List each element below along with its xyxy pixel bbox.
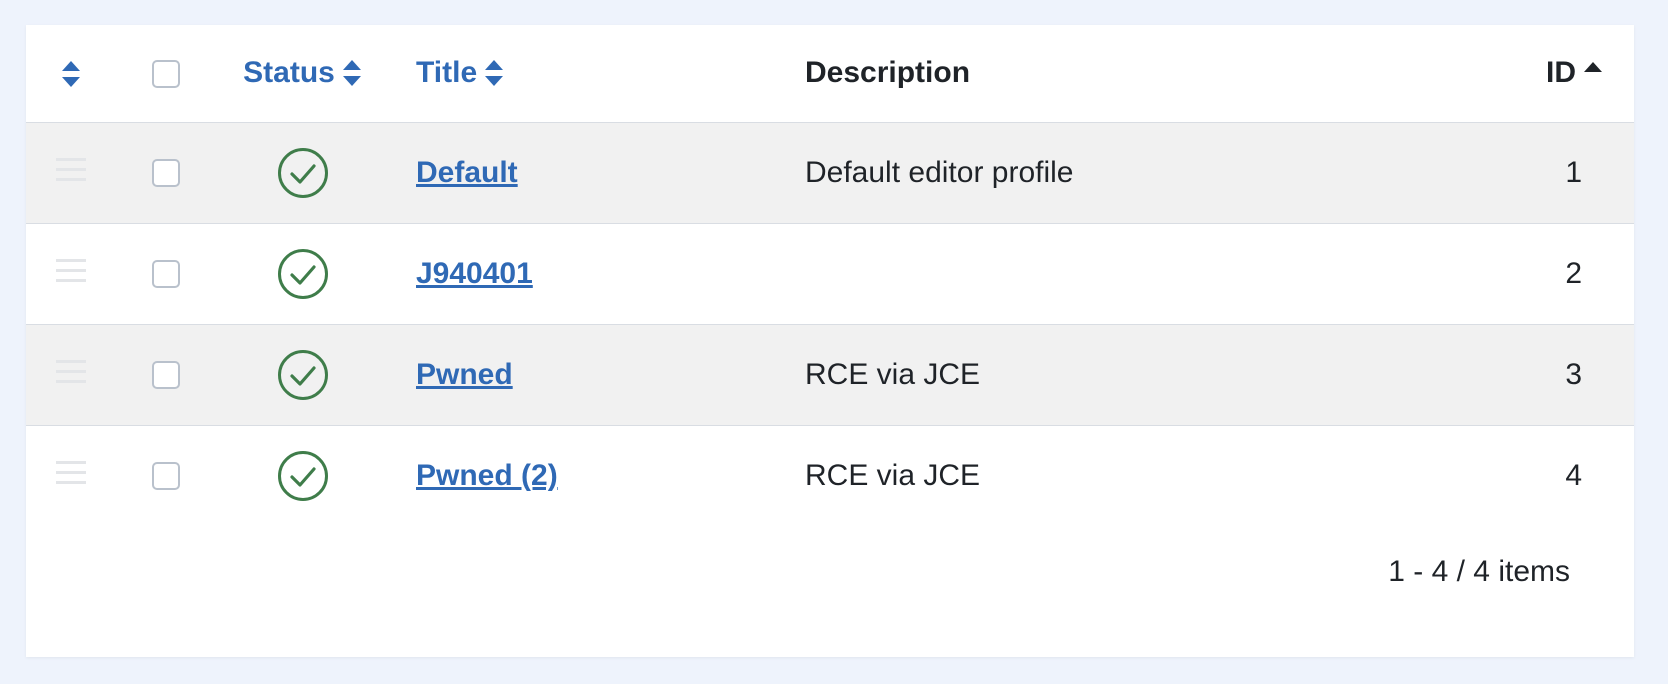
row-description: Default editor profile [805, 155, 1074, 189]
drag-handle-icon[interactable] [56, 360, 86, 384]
status-sort-header[interactable]: Status [216, 25, 390, 122]
row-checkbox[interactable] [152, 259, 180, 288]
description-header-label: Description [805, 56, 971, 90]
row-id: 2 [1565, 256, 1582, 290]
sort-ascending-icon [1584, 62, 1602, 73]
table-row: Default Default editor profile 1 [26, 122, 1634, 223]
title-header-label: Title [416, 56, 478, 90]
row-id: 4 [1565, 458, 1582, 492]
row-title-link[interactable]: Default [416, 156, 518, 189]
id-header-label: ID [1546, 56, 1576, 90]
select-all-checkbox[interactable] [152, 60, 180, 89]
row-title-link[interactable]: Pwned (2) [416, 459, 558, 492]
id-sort-header[interactable]: ID [1420, 25, 1634, 122]
table-row: Pwned (2) RCE via JCE 4 [26, 425, 1634, 526]
row-checkbox[interactable] [152, 158, 180, 187]
row-id: 1 [1565, 155, 1582, 189]
ordering-sort-header[interactable] [26, 25, 116, 122]
row-checkbox[interactable] [152, 461, 180, 490]
drag-handle-icon[interactable] [56, 259, 86, 283]
row-id: 3 [1565, 357, 1582, 391]
status-sort-link[interactable]: Status [243, 56, 363, 90]
profiles-table: Status Title Description ID Default Defa… [26, 25, 1634, 526]
published-check-icon[interactable] [277, 450, 329, 502]
sort-both-icon[interactable] [60, 59, 82, 89]
published-check-icon[interactable] [277, 349, 329, 401]
id-sort-link[interactable]: ID [1546, 56, 1604, 90]
select-all-header [116, 25, 216, 122]
published-check-icon[interactable] [277, 248, 329, 300]
row-checkbox[interactable] [152, 360, 180, 389]
status-header-label: Status [243, 56, 335, 90]
profiles-table-panel: Status Title Description ID Default Defa… [26, 25, 1634, 657]
title-sort-link[interactable]: Title [416, 56, 505, 90]
description-header: Description [780, 25, 1420, 122]
row-description: RCE via JCE [805, 458, 981, 492]
title-sort-header[interactable]: Title [390, 25, 780, 122]
sort-both-icon [342, 60, 361, 87]
published-check-icon[interactable] [277, 147, 329, 199]
row-title-link[interactable]: Pwned [416, 358, 513, 391]
row-description [780, 223, 1420, 324]
table-row: J940401 2 [26, 223, 1634, 324]
table-header-row: Status Title Description ID [26, 25, 1634, 122]
row-title-link[interactable]: J940401 [416, 257, 533, 290]
table-row: Pwned RCE via JCE 3 [26, 324, 1634, 425]
drag-handle-icon[interactable] [56, 461, 86, 485]
drag-handle-icon[interactable] [56, 158, 86, 182]
pagination-summary: 1 - 4 / 4 items [1388, 555, 1570, 588]
row-description: RCE via JCE [805, 357, 981, 391]
sort-both-icon [485, 60, 504, 87]
